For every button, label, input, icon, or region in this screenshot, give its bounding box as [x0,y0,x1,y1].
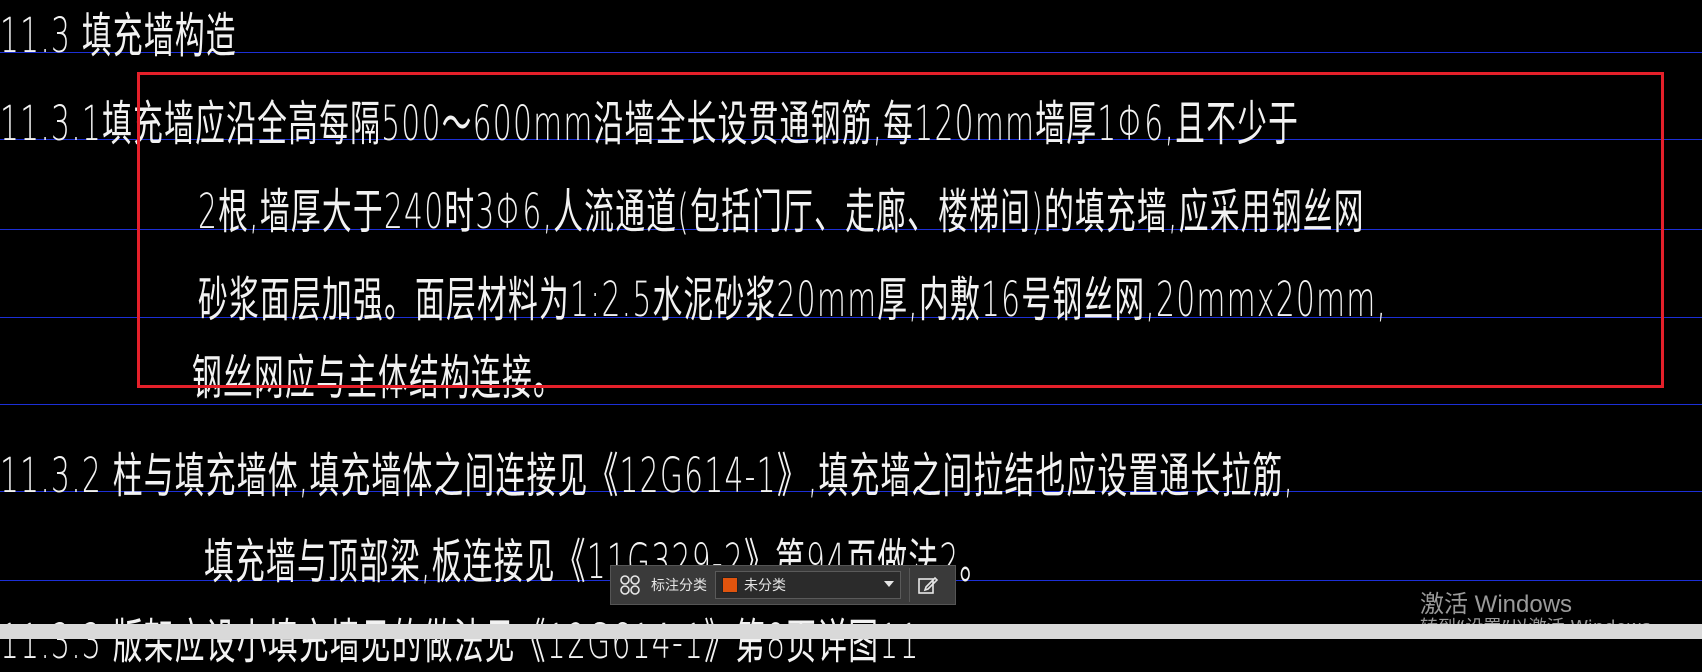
cad-canvas[interactable]: 11.3 填充墙构造 11.3.1填充墙应沿全高每隔500～600mm沿墙全长设… [0,0,1702,670]
category-selected-value: 未分类 [744,578,786,594]
guide-line [0,52,1702,53]
category-label: 标注分类 [651,578,707,594]
bottom-scroll-strip [0,624,1702,639]
selection-highlight-rect[interactable] [137,72,1664,388]
category-dropdown[interactable]: 未分类 [715,571,901,599]
edit-button[interactable] [909,568,946,602]
grid-icon[interactable] [611,566,649,604]
annotation-toolbar: 标注分类 未分类 [610,565,956,605]
chevron-down-icon [884,581,894,587]
clause-11-3-2-line1: 11.3.2 柱与填充墙体,填充墙体之间连接见《12G614-1》,填充墙之间拉… [0,448,1295,504]
edit-icon [918,576,939,594]
category-color-swatch [722,577,738,593]
heading-11-3: 11.3 填充墙构造 [0,8,237,64]
